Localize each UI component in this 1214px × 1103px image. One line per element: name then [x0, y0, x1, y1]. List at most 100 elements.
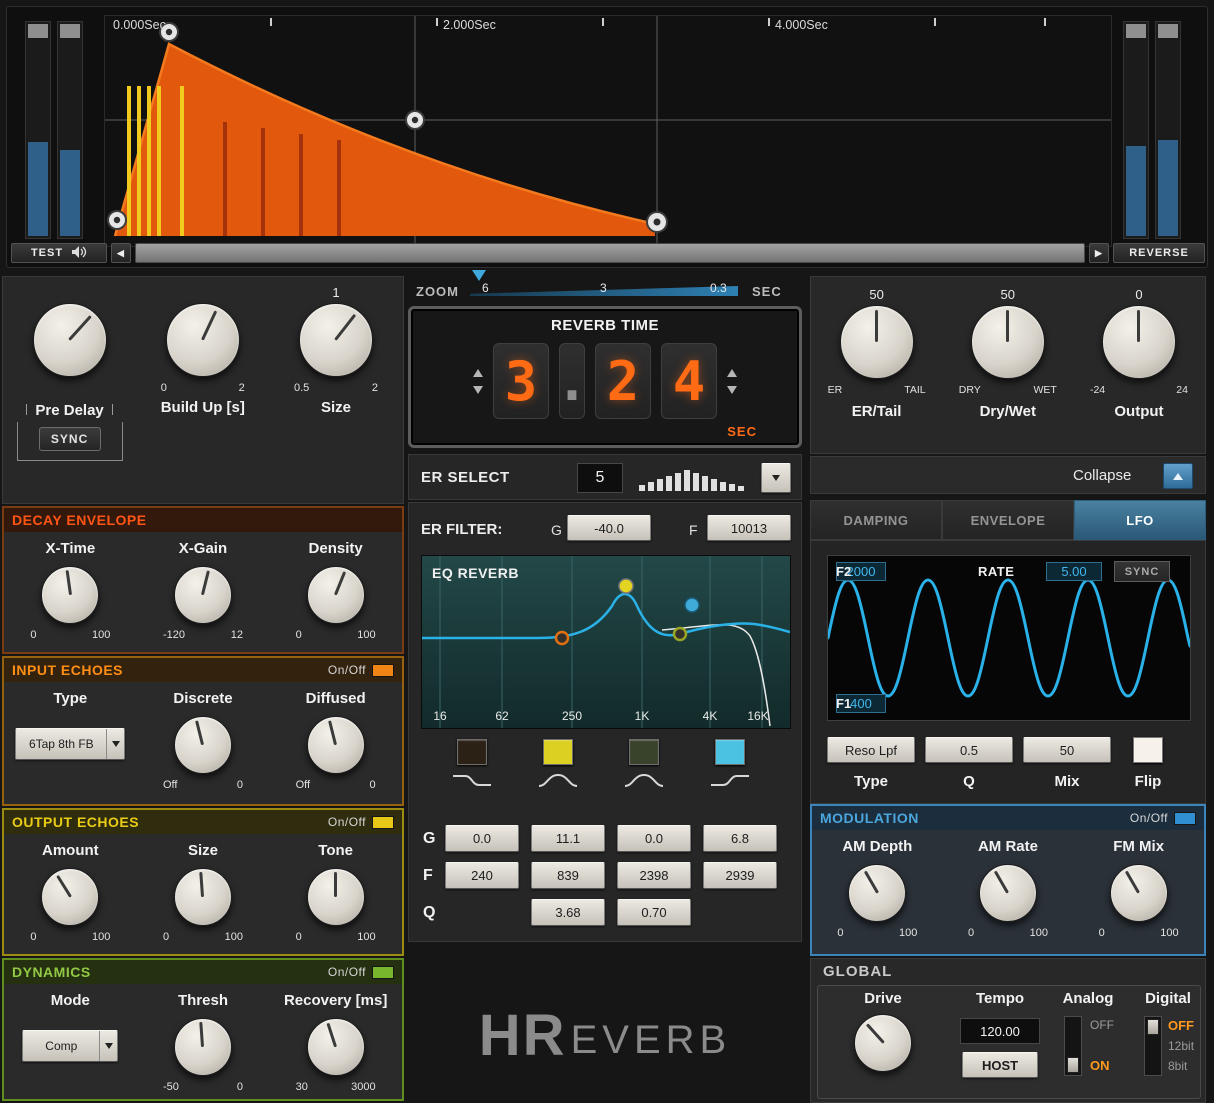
band1-filter-shape-icon[interactable] [450, 771, 494, 796]
chevron-down-icon [99, 1031, 117, 1061]
sync-button[interactable]: SYNC [38, 427, 101, 451]
scale-min: 0 [295, 931, 302, 943]
analog-on-label[interactable]: ON [1090, 1058, 1110, 1073]
lfo-filter-type-dropdown[interactable]: Reso Lpf [827, 737, 915, 763]
time-label-0s: 0.000Sec [113, 18, 166, 32]
output-knob[interactable] [1101, 305, 1176, 379]
tab-lfo[interactable]: LFO [1074, 500, 1206, 540]
reverb-envelope-graph[interactable]: 0.000Sec 2.000Sec 4.000Sec [104, 15, 1112, 247]
er-filter-gain-value[interactable]: -40.0 [567, 515, 651, 541]
dynamics-mode-dropdown[interactable]: Comp [22, 1030, 119, 1062]
build-up-knob[interactable] [165, 303, 240, 377]
band4-filter-shape-icon[interactable] [708, 771, 752, 796]
output-cell: 0 -24 24 Output [1073, 277, 1204, 453]
am-rate-knob[interactable] [978, 864, 1037, 922]
analog-toggle[interactable] [1064, 1016, 1082, 1076]
eq-reverb-display[interactable]: EQ REVERB 16 62 250 1K 4K 16K [421, 555, 791, 729]
band3-q-value[interactable]: 0.70 [617, 899, 691, 926]
scale-max: 100 [91, 629, 111, 641]
band2-filter-shape-icon[interactable] [536, 771, 580, 796]
amount-knob[interactable] [41, 868, 100, 926]
recovery-knob[interactable] [306, 1018, 365, 1076]
tone-knob[interactable] [306, 868, 365, 926]
band1-freq-value[interactable]: 240 [445, 862, 519, 889]
freq-label-4k: 4K [702, 709, 718, 723]
scale-min: 0 [967, 927, 975, 939]
band3-filter-shape-icon[interactable] [622, 771, 666, 796]
am-depth-knob[interactable] [848, 864, 907, 922]
fm-mix-knob[interactable] [1109, 864, 1168, 922]
output-value: 0 [1135, 287, 1143, 302]
band2-freq-value[interactable]: 839 [531, 862, 605, 889]
collapse-button[interactable] [1163, 463, 1193, 489]
toggle-handle[interactable] [1067, 1057, 1079, 1073]
er-select-dropdown-button[interactable] [761, 463, 791, 493]
lfo-mix-value[interactable]: 50 [1023, 737, 1111, 763]
drive-knob[interactable] [854, 1014, 912, 1072]
lfo-sync-button[interactable]: SYNC [1114, 561, 1170, 582]
scroll-left-button[interactable]: ◀ [111, 243, 131, 263]
digital-8bit-label[interactable]: 8bit [1168, 1059, 1187, 1073]
scale-max: WET [1033, 384, 1057, 396]
eq-band1-color-button[interactable] [457, 739, 487, 765]
digital-12bit-label[interactable]: 12bit [1168, 1039, 1194, 1053]
decay-envelope-title: DECAY ENVELOPE [12, 512, 147, 528]
test-button[interactable]: TEST [11, 243, 107, 263]
input-type-dropdown[interactable]: 6Tap 8th FB [15, 728, 126, 760]
input-echoes-onoff-indicator[interactable] [372, 663, 394, 677]
eq-band4-color-button[interactable] [715, 739, 745, 765]
band1-gain-value[interactable]: 0.0 [445, 825, 519, 852]
er-select-row: ER SELECT 5 [408, 454, 802, 500]
host-button[interactable]: HOST [962, 1052, 1038, 1078]
er-select-value[interactable]: 5 [577, 463, 623, 493]
scale-max: 2 [371, 382, 378, 394]
digital-toggle[interactable] [1144, 1016, 1162, 1076]
band4-gain-value[interactable]: 6.8 [703, 825, 777, 852]
knob-pointer [328, 720, 338, 746]
modulation-onoff-indicator[interactable] [1174, 811, 1196, 825]
zoom-slider-marker[interactable] [472, 270, 486, 281]
er-pattern-icon [637, 463, 749, 498]
tab-envelope[interactable]: ENVELOPE [942, 500, 1074, 540]
scroll-right-button[interactable]: ▶ [1089, 243, 1109, 263]
digital-off-label[interactable]: OFF [1168, 1018, 1194, 1033]
dynamics-section: DYNAMICS On/Off Mode Comp Thresh -50 0 Re… [2, 958, 404, 1101]
size-knob[interactable] [298, 303, 373, 377]
x-time-knob[interactable] [41, 566, 100, 624]
band2-q-value[interactable]: 3.68 [531, 899, 605, 926]
lfo-q-value[interactable]: 0.5 [925, 737, 1013, 763]
eq-band3-color-button[interactable] [629, 739, 659, 765]
band2-gain-value[interactable]: 11.1 [531, 825, 605, 852]
discrete-knob[interactable] [173, 716, 232, 774]
density-knob[interactable] [306, 566, 365, 624]
er-tail-knob[interactable] [839, 305, 914, 379]
dynamics-onoff-indicator[interactable] [372, 965, 394, 979]
dry-wet-knob[interactable] [970, 305, 1045, 379]
time-label-4s: 4.000Sec [775, 18, 828, 32]
thresh-knob[interactable] [173, 1018, 232, 1076]
envelope-scrollbar[interactable] [135, 243, 1085, 263]
output-size-knob[interactable] [173, 868, 232, 926]
tab-damping[interactable]: DAMPING [810, 500, 942, 540]
x-gain-knob[interactable] [173, 566, 232, 624]
build-up-label: Build Up [s] [160, 399, 245, 416]
output-echoes-title: OUTPUT ECHOES [12, 814, 140, 830]
toggle-handle[interactable] [1147, 1019, 1159, 1035]
lfo-flip-button[interactable] [1133, 737, 1163, 763]
pre-delay-knob[interactable] [32, 303, 107, 377]
reverb-time-spinner-right[interactable] [727, 368, 737, 394]
reverb-time-spinner-left[interactable] [473, 368, 483, 394]
band3-freq-value[interactable]: 2398 [617, 862, 691, 889]
band3-gain-value[interactable]: 0.0 [617, 825, 691, 852]
band4-freq-value[interactable]: 2939 [703, 862, 777, 889]
er-filter-freq-value[interactable]: 10013 [707, 515, 791, 541]
diffused-knob[interactable] [306, 716, 365, 774]
reverse-button[interactable]: REVERSE [1113, 243, 1205, 263]
tempo-value[interactable]: 120.00 [960, 1018, 1040, 1044]
rate-value[interactable]: 5.00 [1046, 562, 1102, 581]
analog-off-label[interactable]: OFF [1090, 1018, 1114, 1032]
knob-pointer [865, 1023, 885, 1044]
output-echoes-onoff-indicator[interactable] [372, 815, 394, 829]
eq-band2-color-button[interactable] [543, 739, 573, 765]
lfo-wave-display[interactable]: F2 2000 RATE 5.00 SYNC F1 400 [826, 555, 1192, 721]
